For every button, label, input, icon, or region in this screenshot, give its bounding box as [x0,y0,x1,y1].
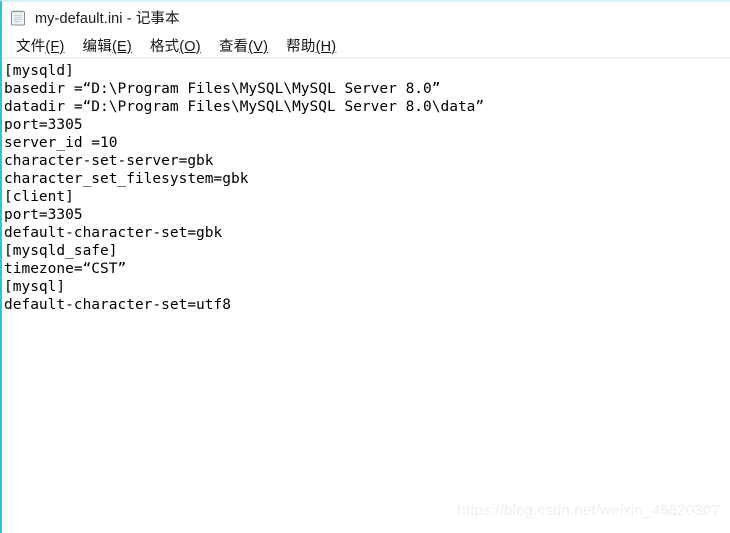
text-line: datadir =“D:\Program Files\MySQL\MySQL S… [4,99,485,115]
text-editor-area[interactable]: [mysqld] basedir =“D:\Program Files\MySQ… [2,60,730,533]
text-line: character-set-server=gbk [4,153,214,169]
text-line: server_id =10 [4,135,118,151]
notepad-icon [9,9,27,27]
menu-item-view-accel: (V) [248,39,269,55]
text-line: default-character-set=gbk [4,225,223,241]
menu-item-format-label: 格式 [149,39,180,55]
text-line: port=3305 [4,207,83,223]
menu-item-help-label: 帮助 [286,39,316,55]
text-line: [client] [4,189,74,205]
menu-item-view[interactable]: 查看(V) [210,33,277,58]
notepad-window: my-default.ini - 记事本 文件(F) 编辑(E) 格式(O) 查… [0,0,730,533]
text-line: character_set_filesystem=gbk [4,171,249,187]
text-line: [mysql] [4,279,66,295]
text-line: basedir =“D:\Program Files\MySQL\MySQL S… [4,81,441,97]
menu-item-edit[interactable]: 编辑(E) [74,33,141,58]
text-line: [mysqld_safe] [4,243,118,259]
menu-item-help-accel: (H) [315,39,337,55]
menu-item-edit-accel: (E) [111,39,132,55]
menu-item-view-label: 查看 [218,39,249,55]
menu-item-help[interactable]: 帮助(H) [277,33,345,58]
menu-bar: 文件(F) 编辑(E) 格式(O) 查看(V) 帮助(H) [2,33,730,58]
text-line: port=3305 [4,117,83,133]
menu-item-file-accel: (F) [45,39,65,55]
text-line: default-character-set=utf8 [4,297,231,313]
title-bar[interactable]: my-default.ini - 记事本 [2,2,730,33]
csdn-watermark: https://blog.csdn.net/weixin_45820307 [457,502,720,519]
menu-separator [2,57,730,59]
text-line: timezone=“CST” [4,261,127,277]
menu-item-file[interactable]: 文件(F) [7,33,74,58]
text-line: [mysqld] [4,63,74,79]
window-title: my-default.ini - 记事本 [35,11,180,27]
menu-item-format-accel: (O) [179,39,201,55]
menu-item-format[interactable]: 格式(O) [141,33,210,58]
menu-item-edit-label: 编辑 [82,39,112,55]
menu-item-file-label: 文件 [16,39,46,55]
